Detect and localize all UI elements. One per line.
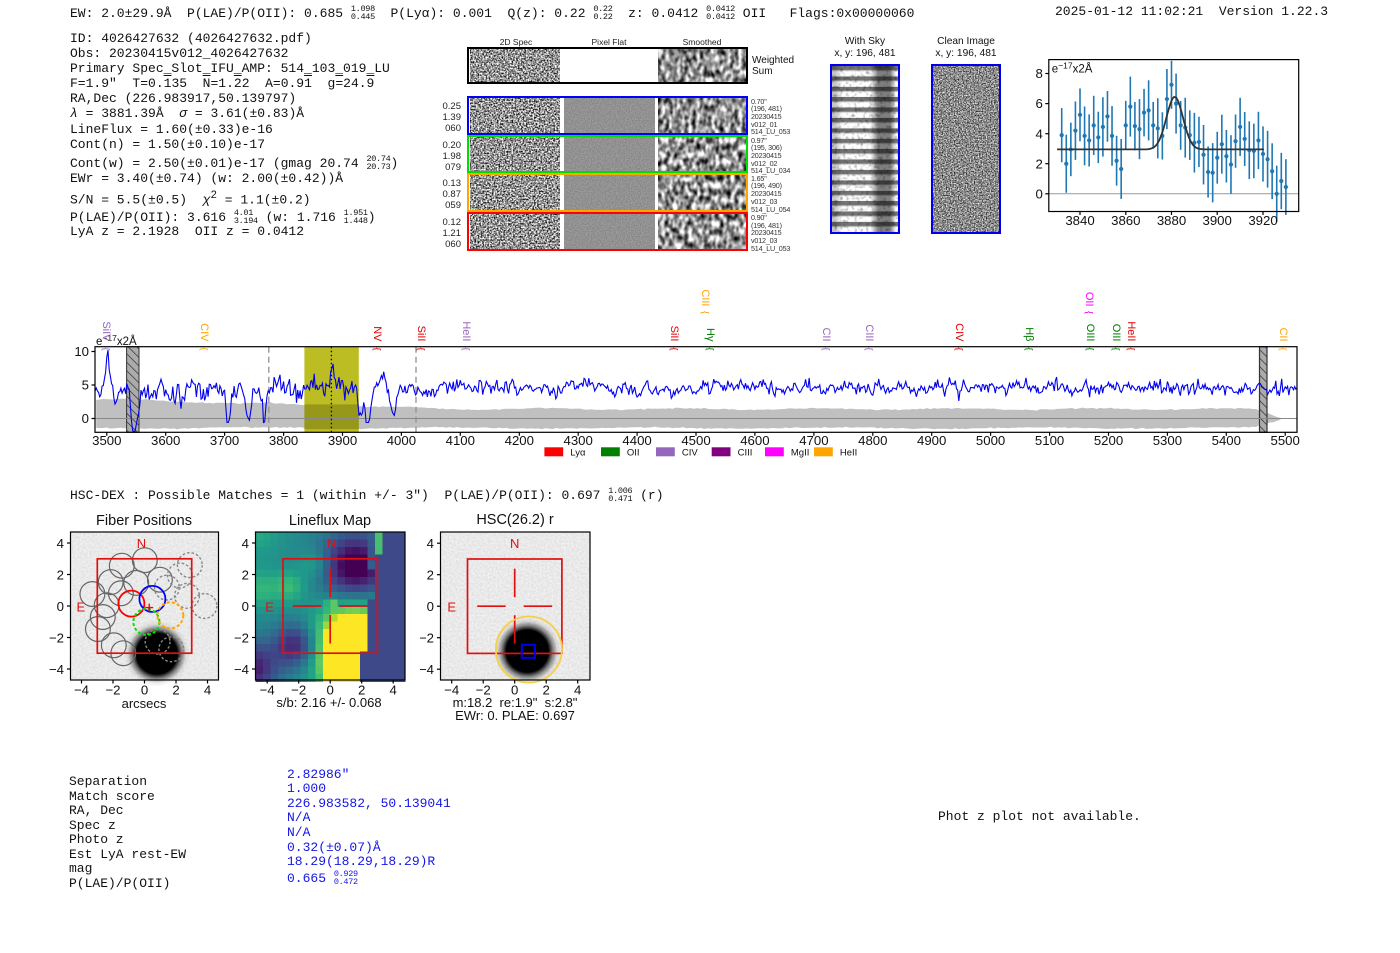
svg-text:−2: −2 <box>420 631 434 646</box>
svg-text:N: N <box>510 536 519 551</box>
svg-text:3920: 3920 <box>1248 213 1277 228</box>
svg-text:OII: OII <box>1083 292 1095 307</box>
svg-text:Lyα: Lyα <box>570 448 586 459</box>
svg-text:4000: 4000 <box>387 433 416 448</box>
svg-text:{: { <box>1111 347 1122 350</box>
svg-text:{: { <box>416 347 427 350</box>
svg-text:0: 0 <box>242 599 249 614</box>
svg-text:−2: −2 <box>234 630 249 645</box>
svg-text:E: E <box>265 600 274 615</box>
svg-text:−4: −4 <box>420 662 434 677</box>
svg-text:OIII: OIII <box>1110 324 1122 342</box>
svg-text:3700: 3700 <box>210 433 239 448</box>
svg-text:3900: 3900 <box>1203 213 1232 228</box>
svg-text:8: 8 <box>1035 66 1042 81</box>
svg-text:CIV: CIV <box>682 448 699 459</box>
svg-text:Hβ: Hβ <box>1023 327 1035 341</box>
svg-text:SiIV: SiIV <box>100 321 112 342</box>
svg-text:E: E <box>447 600 456 615</box>
svg-text:0: 0 <box>1035 186 1042 201</box>
svg-text:3900: 3900 <box>328 433 357 448</box>
svg-text:{: { <box>821 347 832 350</box>
svg-text:CII: CII <box>1277 327 1289 341</box>
svg-text:0: 0 <box>427 599 434 614</box>
svg-text:SiII: SiII <box>668 326 680 342</box>
svg-text:{: { <box>1126 347 1137 350</box>
svg-text:2: 2 <box>242 567 249 582</box>
svg-text:HeII: HeII <box>460 321 472 341</box>
svg-text:4900: 4900 <box>917 433 946 448</box>
svg-text:−4: −4 <box>234 662 249 677</box>
svg-text:0: 0 <box>82 411 89 426</box>
svg-text:CIII: CIII <box>738 448 753 459</box>
svg-text:10: 10 <box>74 344 89 359</box>
svg-text:{: { <box>1085 347 1096 350</box>
svg-text:{: { <box>372 347 383 350</box>
svg-text:4800: 4800 <box>858 433 887 448</box>
svg-text:Hγ: Hγ <box>704 328 716 342</box>
svg-text:−4: −4 <box>49 662 64 677</box>
svg-text:3800: 3800 <box>269 433 298 448</box>
svg-text:5000: 5000 <box>976 433 1005 448</box>
svg-text:{: { <box>669 347 680 350</box>
svg-text:E: E <box>76 600 85 615</box>
svg-text:CII: CII <box>820 327 832 341</box>
svg-text:5500: 5500 <box>1271 433 1300 448</box>
svg-text:SiII: SiII <box>415 326 427 342</box>
svg-text:{: { <box>1084 311 1095 314</box>
svg-text:HeII: HeII <box>840 448 857 459</box>
svg-text:6: 6 <box>1035 96 1042 111</box>
svg-text:3880: 3880 <box>1157 213 1186 228</box>
svg-text:−2: −2 <box>49 630 64 645</box>
svg-text:4100: 4100 <box>446 433 475 448</box>
svg-text:HeII: HeII <box>1125 321 1137 341</box>
svg-text:{: { <box>705 347 716 350</box>
svg-text:CIV: CIV <box>953 323 965 342</box>
svg-text:4600: 4600 <box>740 433 769 448</box>
svg-text:{: { <box>461 347 472 350</box>
svg-text:5100: 5100 <box>1035 433 1064 448</box>
svg-text:5: 5 <box>82 378 89 393</box>
svg-text:{: { <box>199 347 210 350</box>
svg-text:4: 4 <box>1035 126 1042 141</box>
svg-text:5400: 5400 <box>1212 433 1241 448</box>
svg-text:0: 0 <box>57 599 64 614</box>
svg-text:MgII: MgII <box>791 448 809 459</box>
svg-text:2: 2 <box>1035 156 1042 171</box>
svg-text:{: { <box>700 311 711 314</box>
svg-text:4: 4 <box>427 536 434 551</box>
svg-text:4500: 4500 <box>681 433 710 448</box>
svg-text:N: N <box>327 536 336 551</box>
svg-text:2: 2 <box>427 568 434 583</box>
svg-text:OII: OII <box>627 448 640 459</box>
svg-text:3860: 3860 <box>1111 213 1140 228</box>
svg-text:{: { <box>1278 347 1289 350</box>
svg-text:4700: 4700 <box>799 433 828 448</box>
svg-text:CIII: CIII <box>699 289 711 306</box>
svg-text:3840: 3840 <box>1065 213 1094 228</box>
svg-text:5300: 5300 <box>1153 433 1182 448</box>
svg-text:4300: 4300 <box>564 433 593 448</box>
svg-text:CIV: CIV <box>198 323 210 342</box>
svg-text:{: { <box>864 347 875 350</box>
svg-text:NV: NV <box>371 326 383 342</box>
svg-text:3500: 3500 <box>92 433 121 448</box>
svg-text:{: { <box>101 347 112 350</box>
svg-text:4: 4 <box>242 536 249 551</box>
svg-text:3600: 3600 <box>151 433 180 448</box>
svg-text:5200: 5200 <box>1094 433 1123 448</box>
svg-text:e−17x2Å: e−17x2Å <box>1052 61 1093 76</box>
svg-text:4400: 4400 <box>622 433 651 448</box>
svg-text:4200: 4200 <box>505 433 534 448</box>
svg-text:CIII: CIII <box>863 324 875 341</box>
svg-text:2: 2 <box>57 567 64 582</box>
svg-text:4: 4 <box>57 536 64 551</box>
svg-text:OIII: OIII <box>1084 324 1096 342</box>
svg-text:{: { <box>954 347 965 350</box>
svg-text:{: { <box>1024 347 1035 350</box>
